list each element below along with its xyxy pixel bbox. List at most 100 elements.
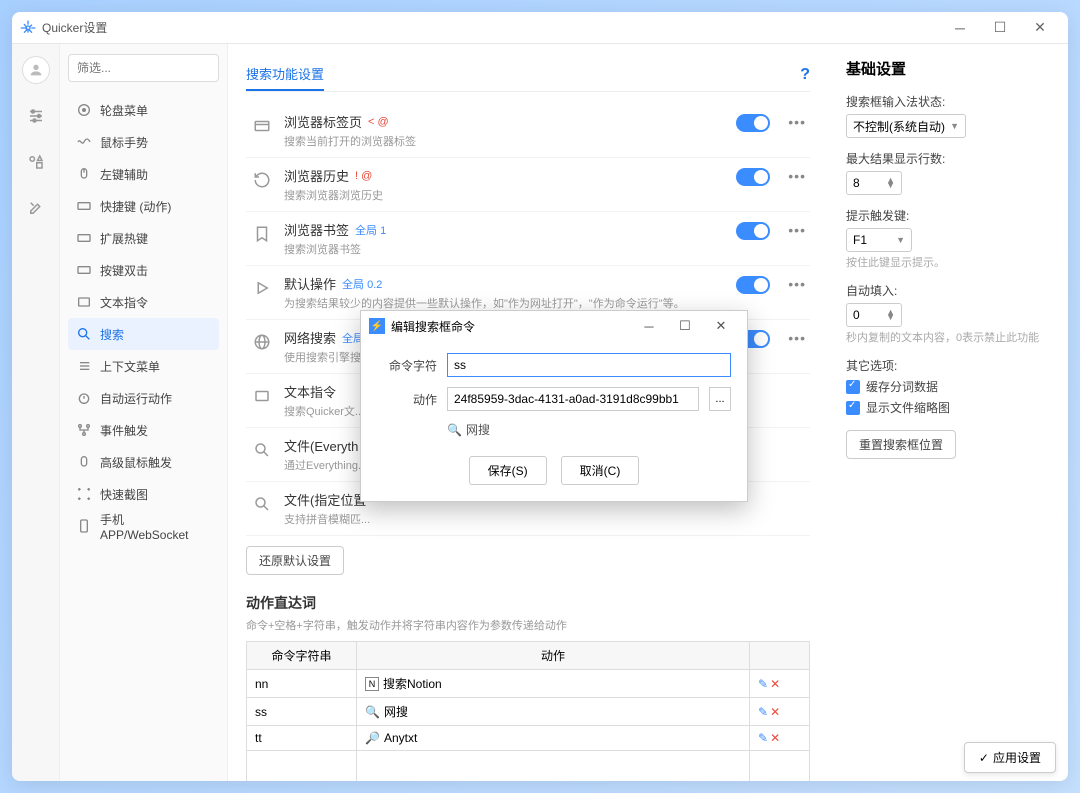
max-rows-label: 最大结果显示行数: (846, 150, 1050, 167)
clock-icon (76, 390, 92, 406)
search-icon (250, 492, 274, 516)
mouse-icon (76, 454, 92, 470)
tabs-header: 搜索功能设置 ? (246, 58, 810, 92)
spinner-icon: ▲▼ (886, 310, 895, 321)
hint-key-desc: 按住此键显示提示。 (846, 254, 1050, 270)
nav-phone-ws[interactable]: 手机APP/WebSocket (68, 510, 219, 542)
nav-double-key[interactable]: 按键双击 (68, 254, 219, 286)
delete-icon[interactable]: ✕ (770, 705, 780, 719)
delete-icon[interactable]: ✕ (770, 677, 780, 691)
table-row[interactable]: nn N搜索Notion ✎✕ (247, 670, 810, 698)
keyboard-icon (76, 198, 92, 214)
nav-hotkey-action[interactable]: 快捷键 (动作) (68, 190, 219, 222)
table-row[interactable]: tt 🔎Anytxt ✎✕ (247, 726, 810, 751)
dialog-close-button[interactable]: ✕ (703, 313, 739, 339)
nav-screenshot[interactable]: 快速截图 (68, 478, 219, 510)
edit-icon[interactable]: ✎ (758, 731, 768, 745)
nav-event-trigger[interactable]: 事件触发 (68, 414, 219, 446)
minimize-button[interactable]: ─ (940, 14, 980, 42)
chevron-down-icon: ▼ (950, 121, 959, 131)
autofill-desc: 秒内复制的文本内容，0表示禁止此功能 (846, 329, 1050, 345)
checkbox-thumbnails[interactable]: 显示文件缩略图 (846, 399, 1050, 416)
hint-key-select[interactable]: F1▼ (846, 228, 912, 252)
delete-icon[interactable]: ✕ (770, 731, 780, 745)
phone-icon (76, 518, 92, 534)
table-row[interactable]: ss 🔍网搜 ✎✕ (247, 698, 810, 726)
cmd-char-label: 命令字符 (377, 357, 437, 374)
window-controls: ─ ☐ ✕ (940, 14, 1060, 42)
save-button[interactable]: 保存(S) (469, 456, 547, 485)
tab-search-settings[interactable]: 搜索功能设置 (246, 58, 324, 91)
more-icon[interactable]: ••• (788, 276, 806, 292)
dialog-minimize-button[interactable]: ─ (631, 313, 667, 339)
max-rows-input[interactable]: 8▲▼ (846, 171, 902, 195)
search-icon: 🔍 (447, 423, 462, 437)
nav-left-click[interactable]: 左键辅助 (68, 158, 219, 190)
ad-icon (76, 294, 92, 310)
toggle-browser-tabs[interactable] (736, 114, 770, 132)
ime-select[interactable]: 不控制(系统自动)▼ (846, 114, 966, 138)
nav-wheel-menu[interactable]: 轮盘菜单 (68, 94, 219, 126)
history-icon (250, 168, 274, 192)
nav-ext-hotkey[interactable]: 扩展热键 (68, 222, 219, 254)
direct-words-desc: 命令+空格+字符串，触发动作并将字符串内容作为参数传递给动作 (246, 617, 810, 633)
basic-settings-panel: 基础设置 搜索框输入法状态: 不控制(系统自动)▼ 最大结果显示行数: 8▲▼ … (828, 44, 1068, 781)
chevron-down-icon: ▼ (896, 235, 905, 245)
play-icon (250, 276, 274, 300)
keyboard-icon (76, 262, 92, 278)
more-icon[interactable]: ••• (788, 222, 806, 238)
more-icon[interactable]: ••• (788, 168, 806, 184)
search-icon (76, 326, 92, 342)
ad-icon (250, 384, 274, 408)
checkbox-icon (846, 401, 860, 415)
rail-tools-icon[interactable] (22, 194, 50, 222)
branch-icon (76, 422, 92, 438)
nav-mouse-gesture[interactable]: 鼠标手势 (68, 126, 219, 158)
titlebar: Quicker设置 ─ ☐ ✕ (12, 12, 1068, 44)
globe-icon (250, 330, 274, 354)
rail-sliders-icon[interactable] (22, 102, 50, 130)
toggle-default-action[interactable] (736, 276, 770, 294)
rail-shapes-icon[interactable] (22, 148, 50, 176)
dialog-titlebar: ⚡ 编辑搜索框命令 ─ ☐ ✕ (361, 311, 747, 341)
action-id-input[interactable] (447, 387, 699, 411)
crop-icon (76, 486, 92, 502)
feature-browser-tabs: 浏览器标签页 < @ 搜索当前打开的浏览器标签 ••• (246, 104, 810, 158)
nav-adv-mouse[interactable]: 高级鼠标触发 (68, 446, 219, 478)
more-icon[interactable]: ••• (788, 114, 806, 130)
rail-avatar[interactable] (22, 56, 50, 84)
restore-defaults-button[interactable]: 还原默认设置 (246, 546, 344, 575)
help-icon[interactable]: ? (800, 66, 810, 84)
nav-context-menu[interactable]: 上下文菜单 (68, 350, 219, 382)
check-icon: ✓ (979, 751, 989, 765)
filter-input[interactable] (68, 54, 219, 82)
reset-search-pos-button[interactable]: 重置搜索框位置 (846, 430, 956, 459)
keyboard-icon (76, 230, 92, 246)
nav-search[interactable]: 搜索 (68, 318, 219, 350)
nav-auto-run[interactable]: 自动运行动作 (68, 382, 219, 414)
autofill-label: 自动填入: (846, 282, 1050, 299)
close-button[interactable]: ✕ (1020, 14, 1060, 42)
edit-icon[interactable]: ✎ (758, 705, 768, 719)
icon-rail (12, 44, 60, 781)
wave-icon (76, 134, 92, 150)
browse-action-button[interactable]: ... (709, 387, 731, 411)
dialog-maximize-button[interactable]: ☐ (667, 313, 703, 339)
feature-browser-history: 浏览器历史 ! @ 搜索浏览器浏览历史 ••• (246, 158, 810, 212)
apply-settings-button[interactable]: ✓ 应用设置 (964, 742, 1056, 773)
toggle-browser-history[interactable] (736, 168, 770, 186)
checkbox-icon (846, 380, 860, 394)
action-name-display: 🔍 网搜 (447, 421, 731, 438)
more-icon[interactable]: ••• (788, 330, 806, 346)
autofill-input[interactable]: 0▲▼ (846, 303, 902, 327)
maximize-button[interactable]: ☐ (980, 14, 1020, 42)
notion-icon: N (365, 677, 379, 691)
edit-icon[interactable]: ✎ (758, 677, 768, 691)
checkbox-cache-words[interactable]: 缓存分词数据 (846, 378, 1050, 395)
sidebar: 轮盘菜单 鼠标手势 左键辅助 快捷键 (动作) 扩展热键 按键双击 文本指令 搜… (60, 44, 228, 781)
toggle-bookmarks[interactable] (736, 222, 770, 240)
nav-text-cmd[interactable]: 文本指令 (68, 286, 219, 318)
cmd-char-input[interactable] (447, 353, 731, 377)
cancel-button[interactable]: 取消(C) (561, 456, 640, 485)
th-cmd: 命令字符串 (247, 642, 357, 670)
